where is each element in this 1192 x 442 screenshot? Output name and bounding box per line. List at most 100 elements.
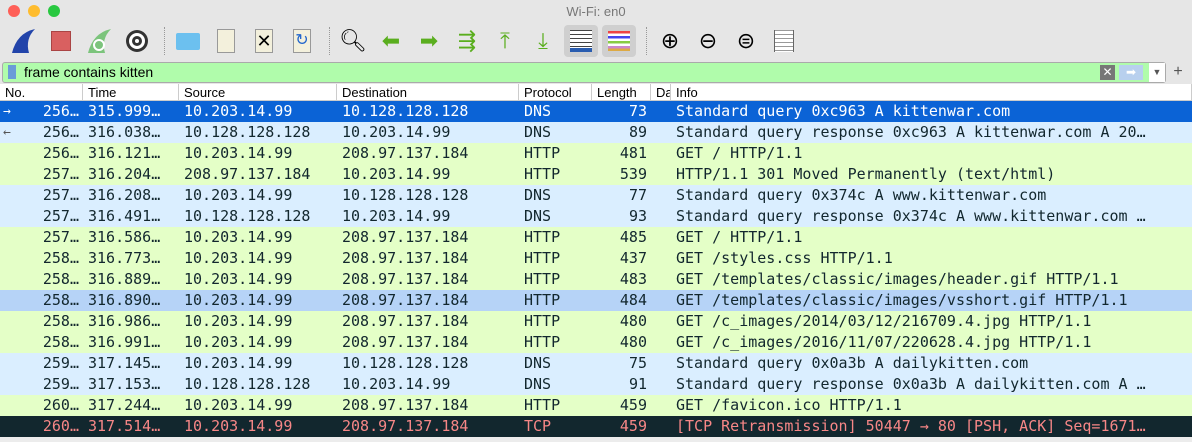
cell-info: Standard query 0x374c A www.kittenwar.co… [676,186,1047,204]
cell-info: GET /templates/classic/images/vsshort.gi… [676,291,1128,309]
normal-size-icon[interactable]: ⊜ [729,25,763,57]
cell-time: 316.121… [88,144,161,162]
packet-row[interactable]: 257… 316.208… 10.203.14.99 10.128.128.128 DN… [0,185,1192,206]
packet-row[interactable]: 260… 317.514… 10.203.14.99 208.97.137.184 TC… [0,416,1192,437]
cell-no: 257… [42,165,79,183]
cell-info: Standard query response 0xc963 A kittenw… [676,123,1146,141]
cell-time: 316.586… [88,228,161,246]
cell-source: 10.203.14.99 [184,249,293,267]
cell-source: 10.203.14.99 [184,417,293,435]
filter-dropdown-icon[interactable]: ▼ [1149,62,1165,82]
cell-destination: 208.97.137.184 [342,228,469,246]
cell-time: 316.991… [88,333,161,351]
cell-info: GET /styles.css HTTP/1.1 [676,249,893,267]
column-header-delta[interactable]: Da [651,84,671,100]
go-back-icon[interactable]: ⬅ [374,25,408,57]
find-icon[interactable]: 🔍︎ [336,25,370,57]
cell-protocol: DNS [524,354,552,372]
cell-time: 316.889… [88,270,161,288]
colorize-icon[interactable] [602,25,636,57]
save-file-icon[interactable] [209,25,243,57]
close-file-icon[interactable]: ✕ [247,25,281,57]
apply-filter-icon[interactable]: ➡ [1119,64,1143,80]
packet-row[interactable]: 258… 316.773… 10.203.14.99 208.97.137.184 HT… [0,248,1192,269]
cell-no: 256… [42,123,79,141]
reload-file-icon[interactable]: ↻ [285,25,319,57]
cell-source: 10.203.14.99 [184,186,293,204]
packet-row[interactable]: 260… 317.244… 10.203.14.99 208.97.137.184 HT… [0,395,1192,416]
cell-destination: 208.97.137.184 [342,144,469,162]
column-header-info[interactable]: Info [671,84,1192,100]
cell-delta [651,332,671,353]
packet-row[interactable]: 259… 317.145… 10.203.14.99 10.128.128.128 DN… [0,353,1192,374]
packet-row[interactable]: 256… 316.121… 10.203.14.99 208.97.137.184 HT… [0,143,1192,164]
last-packet-icon[interactable]: ⤓ [526,25,560,57]
clear-filter-icon[interactable]: ✕ [1100,64,1115,80]
add-filter-button[interactable]: + [1166,63,1190,81]
packet-row[interactable]: 259… 317.153… 10.128.128.128 10.203.14.99 DN… [0,374,1192,395]
cell-length: 480 [619,333,647,351]
column-header-destination[interactable]: Destination [337,84,519,100]
column-header-length[interactable]: Length [592,84,651,100]
cell-destination: 208.97.137.184 [342,270,469,288]
cell-delta [651,290,671,311]
cell-protocol: HTTP [524,249,561,267]
cell-length: 89 [628,123,647,141]
column-header-time[interactable]: Time [83,84,179,100]
related-packet-icon: → [3,104,11,119]
cell-delta [651,269,671,290]
cell-destination: 208.97.137.184 [342,312,469,330]
packet-row[interactable]: → 256… 315.999… 10.203.14.99 10.128.128.128 D… [0,101,1192,122]
packet-row[interactable]: 258… 316.986… 10.203.14.99 208.97.137.184 HT… [0,311,1192,332]
main-toolbar: ✕ ↻ 🔍︎ ⬅ ➡ ⇶ ⤒ ⤓ ⊕ ⊖ ⊜ [0,22,1192,60]
packet-row[interactable]: 257… 316.586… 10.203.14.99 208.97.137.184 HT… [0,227,1192,248]
zoom-out-icon[interactable]: ⊖ [691,25,725,57]
cell-protocol: HTTP [524,144,561,162]
cell-info: [TCP Retransmission] 50447 → 80 [PSH, AC… [676,417,1146,435]
column-header-protocol[interactable]: Protocol [519,84,592,100]
zoom-in-icon[interactable]: ⊕ [653,25,687,57]
cell-source: 10.203.14.99 [184,102,293,120]
cell-no: 256… [42,144,79,162]
cell-length: 91 [628,375,647,393]
filter-text[interactable]: frame contains kitten [24,64,1100,80]
related-packet-icon: ← [3,125,11,140]
display-filter-input[interactable]: frame contains kitten ✕ ➡ ▼ [2,61,1166,83]
first-packet-icon[interactable]: ⤒ [488,25,522,57]
packet-row[interactable]: ← 256… 316.038… 10.128.128.128 10.203.14.99 D… [0,122,1192,143]
cell-length: 483 [619,270,647,288]
cell-protocol: HTTP [524,270,561,288]
cell-time: 317.153… [88,375,161,393]
restart-icon[interactable] [82,25,116,57]
column-header-source[interactable]: Source [179,84,337,100]
go-to-packet-icon[interactable]: ⇶ [450,25,484,57]
cell-info: Standard query response 0x374c A www.kit… [676,207,1146,225]
cell-source: 208.97.137.184 [184,165,311,183]
stop-icon[interactable] [44,25,78,57]
go-forward-icon[interactable]: ➡ [412,25,446,57]
cell-length: 93 [628,207,647,225]
shark-fin-icon[interactable] [6,25,40,57]
packet-row[interactable]: 257… 316.204… 208.97.137.184 10.203.14.99 HT… [0,164,1192,185]
cell-length: 539 [619,165,647,183]
cell-time: 316.204… [88,165,161,183]
cell-no: 258… [42,333,79,351]
resize-columns-icon[interactable] [767,25,801,57]
cell-info: GET /c_images/2014/03/12/216709.4.jpg HT… [676,312,1092,330]
cell-length: 437 [619,249,647,267]
cell-length: 77 [628,186,647,204]
autoscroll-icon[interactable] [564,25,598,57]
packet-row[interactable]: 258… 316.889… 10.203.14.99 208.97.137.184 HT… [0,269,1192,290]
packet-row[interactable]: 258… 316.890… 10.203.14.99 208.97.137.184 HT… [0,290,1192,311]
cell-protocol: DNS [524,123,552,141]
packet-row[interactable]: 257… 316.491… 10.128.128.128 10.203.14.99 DN… [0,206,1192,227]
column-header-no[interactable]: No. [0,84,83,100]
packet-row[interactable]: 258… 316.991… 10.203.14.99 208.97.137.184 HT… [0,332,1192,353]
options-gear-icon[interactable] [120,25,154,57]
open-folder-icon[interactable] [171,25,205,57]
bookmark-icon[interactable] [8,65,16,79]
cell-destination: 10.128.128.128 [342,102,469,120]
cell-time: 316.491… [88,207,161,225]
cell-no: 257… [42,207,79,225]
cell-protocol: HTTP [524,228,561,246]
